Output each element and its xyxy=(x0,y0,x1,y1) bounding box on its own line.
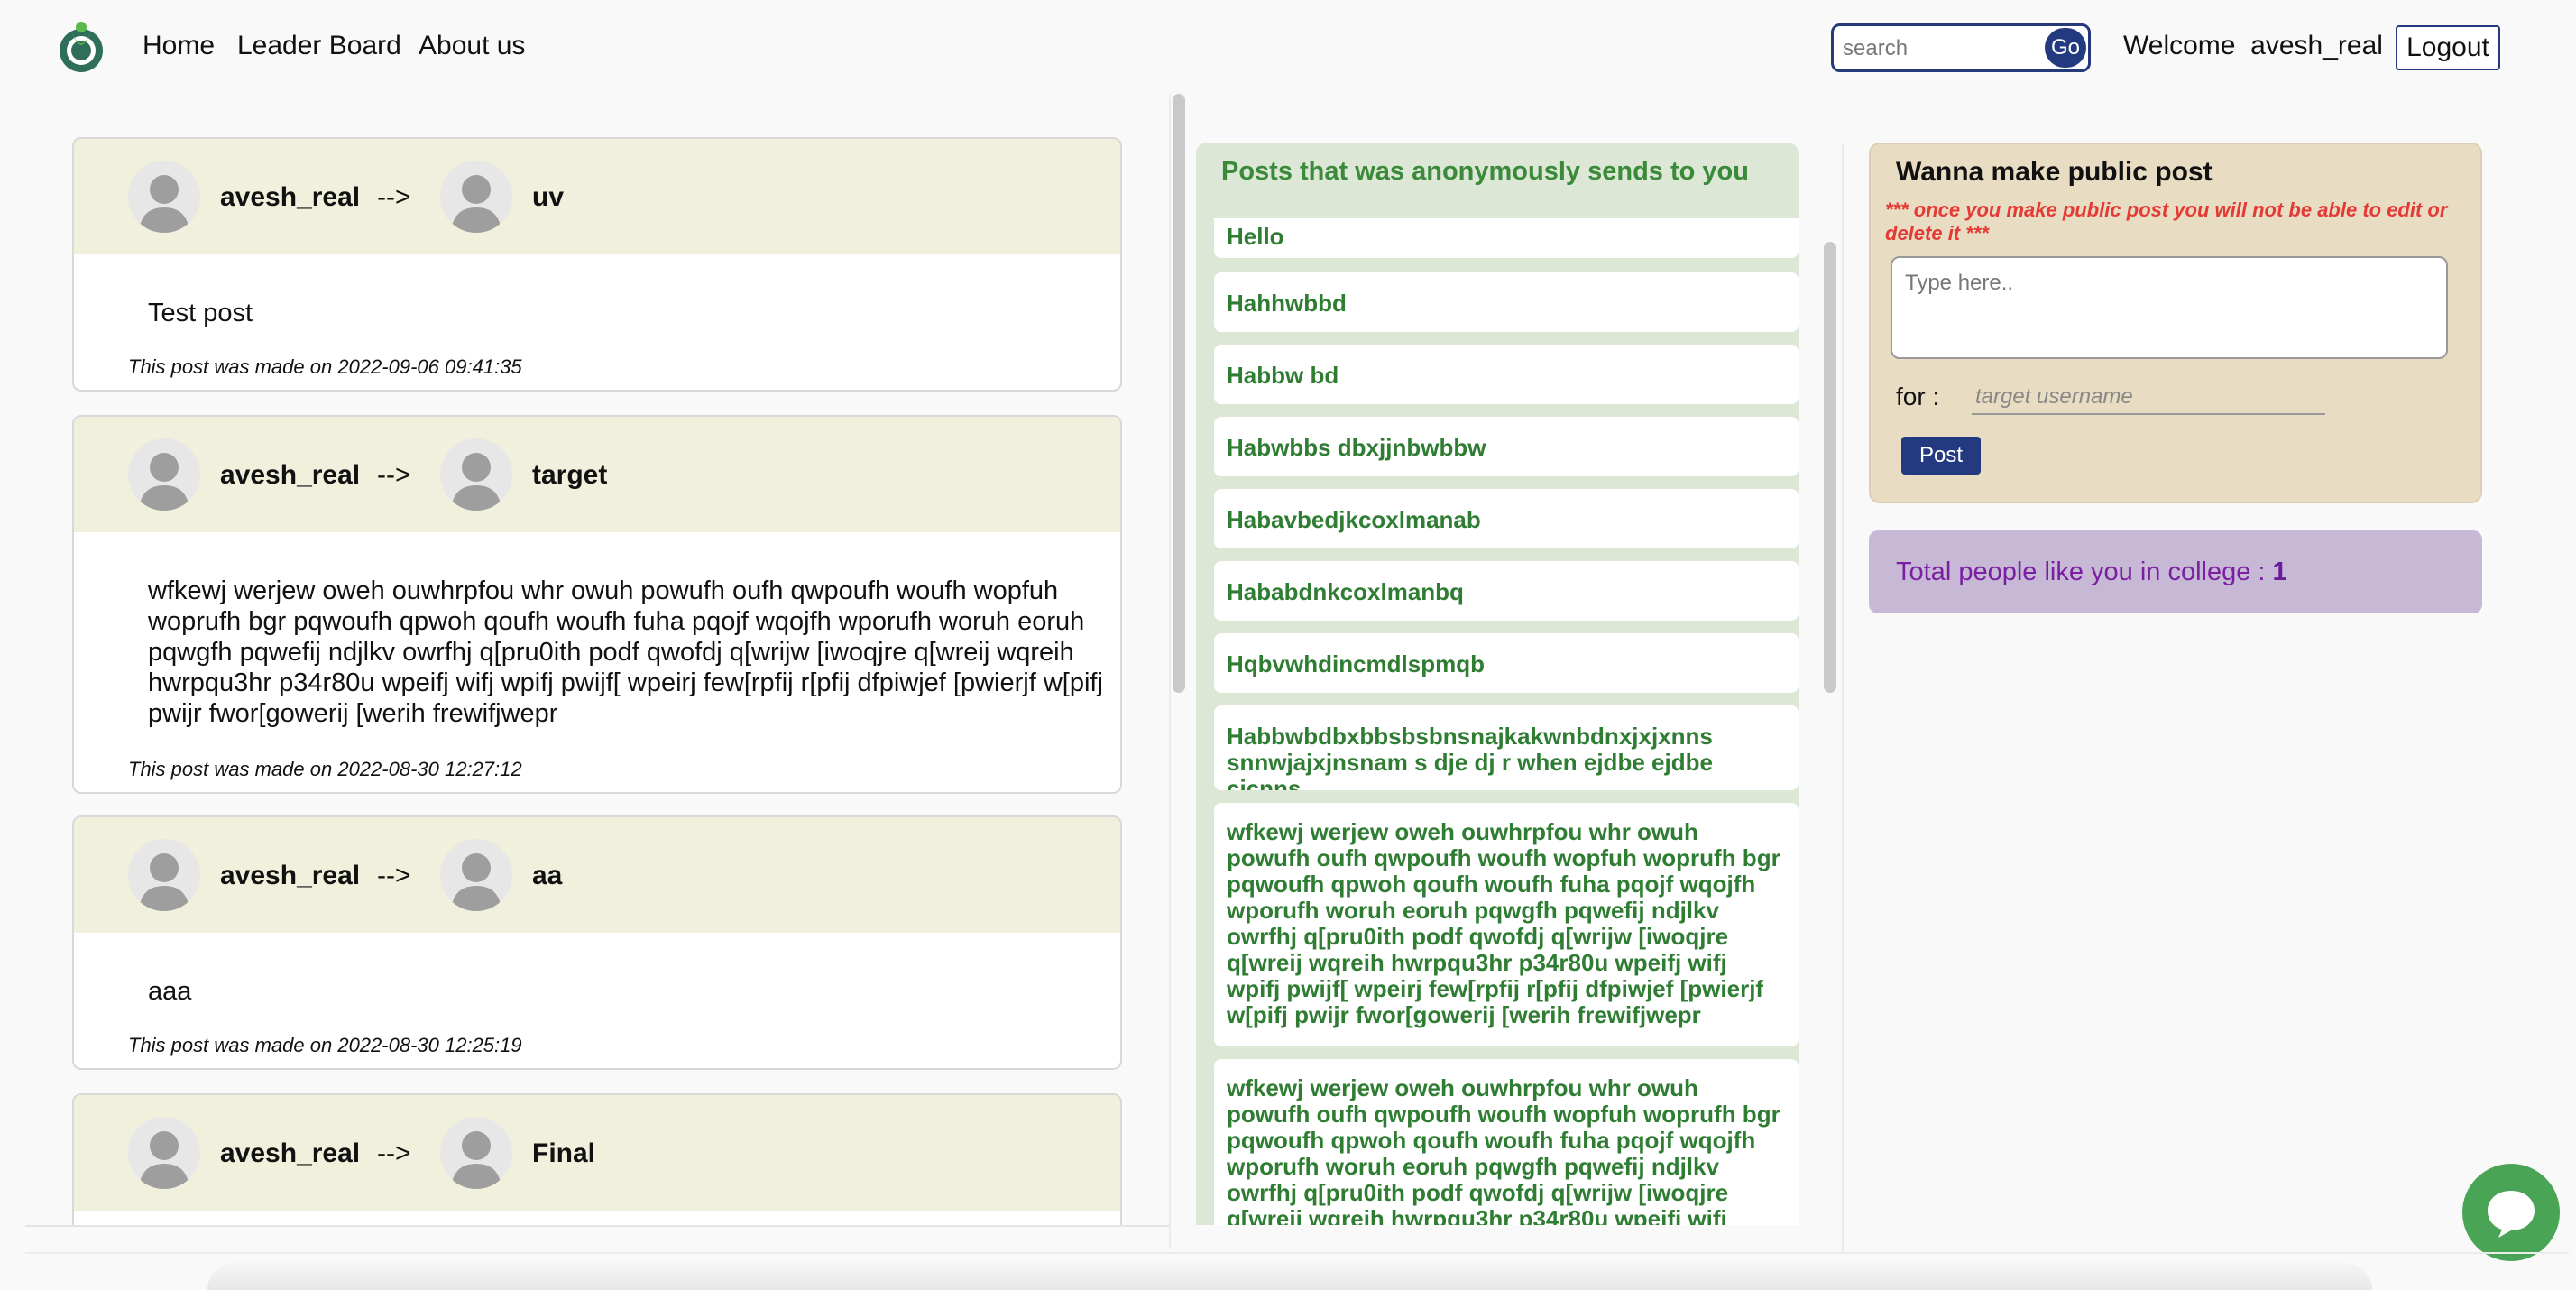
anonymous-posts-title: Posts that was anonymously sends to you xyxy=(1221,157,1749,186)
post-card: avesh_real --> Final xyxy=(72,1093,1122,1225)
anon-post-item: Habwbbs dbxjjnbwbbw xyxy=(1214,417,1799,476)
college-stats-value: 1 xyxy=(2272,557,2287,586)
nav-home-link[interactable]: Home xyxy=(143,31,215,61)
column-divider xyxy=(1169,94,1171,1249)
college-stats-text: Total people like you in college : 1 xyxy=(1896,557,2287,587)
anonymous-posts-scrollbar[interactable] xyxy=(1824,242,1836,693)
avatar-icon xyxy=(440,438,512,511)
college-stats-label: Total people like you in college : xyxy=(1896,557,2273,586)
post-card: avesh_real --> aa aaa This post was made… xyxy=(72,815,1122,1070)
posts-scrollbar[interactable] xyxy=(1173,94,1185,693)
search-go-button[interactable]: Go xyxy=(2045,28,2086,68)
post-date: This post was made on 2022-08-30 12:25:1… xyxy=(128,1034,522,1056)
chat-bubble-icon xyxy=(2488,1191,2535,1238)
post-recipient: aa xyxy=(532,861,563,890)
post-card: avesh_real --> uv Test post This post wa… xyxy=(72,137,1122,392)
chat-button[interactable] xyxy=(2462,1164,2560,1261)
anon-post-item: wfkewj werjew oweh ouwhrpfou whr owuh po… xyxy=(1214,803,1799,1046)
anon-post-item: Hahhwbbd xyxy=(1214,272,1799,332)
post-arrow: --> xyxy=(377,182,411,212)
public-post-submit-button[interactable]: Post xyxy=(1901,437,1981,475)
post-sender: avesh_real xyxy=(220,182,361,212)
avatar-icon xyxy=(128,839,200,911)
public-post-warning: *** once you make public post you will n… xyxy=(1885,198,2448,244)
anonymous-posts-list[interactable]: Hello Hahhwbbd Habbw bd Habwbbs dbxjjnbw… xyxy=(1214,218,1799,1225)
bottom-divider xyxy=(25,1252,2569,1254)
post-body: wfkewj werjew oweh ouwhrpfou whr owuh po… xyxy=(148,576,1103,728)
anonymous-panel-border xyxy=(1842,143,1844,1252)
anon-post-item: wfkewj werjew oweh ouwhrpfou whr owuh po… xyxy=(1214,1059,1799,1225)
post-header: avesh_real --> aa xyxy=(74,817,1120,933)
public-post-form: Wanna make public post *** once you make… xyxy=(1869,143,2482,503)
anon-post-item: Habbwbdbxbbsbsbnsnajkakwnbdnxjxjxnns snn… xyxy=(1214,705,1799,790)
post-sender: avesh_real xyxy=(220,460,361,490)
post-recipient: target xyxy=(532,460,608,490)
post-date: This post was made on 2022-09-06 09:41:3… xyxy=(128,355,522,378)
logout-button[interactable]: Logout xyxy=(2396,25,2500,70)
public-post-title: Wanna make public post xyxy=(1896,157,2213,187)
sent-posts-list[interactable]: avesh_real --> uv Test post This post wa… xyxy=(25,94,1169,1227)
post-body: aaa xyxy=(148,977,192,1006)
brand-logo-icon[interactable] xyxy=(56,18,106,76)
for-label: for : xyxy=(1896,382,1940,410)
avatar-icon xyxy=(440,161,512,233)
current-username: avesh_real xyxy=(2250,31,2383,60)
post-sender: avesh_real xyxy=(220,861,361,890)
nav-leaderboard-link[interactable]: Leader Board xyxy=(237,31,401,61)
post-header: avesh_real --> Final xyxy=(74,1095,1120,1211)
avatar-icon xyxy=(128,161,200,233)
avatar-icon xyxy=(128,1117,200,1189)
anonymous-posts-panel: Posts that was anonymously sends to you … xyxy=(1196,143,1799,1225)
anon-post-item: Hababdnkcoxlmanbq xyxy=(1214,561,1799,621)
target-username-input[interactable] xyxy=(1972,381,2325,415)
post-date: This post was made on 2022-08-30 12:27:1… xyxy=(128,758,522,780)
anon-post-item: Habbw bd xyxy=(1214,345,1799,404)
avatar-icon xyxy=(440,1117,512,1189)
post-arrow: --> xyxy=(377,1138,411,1168)
post-body: Test post xyxy=(148,299,253,327)
college-stats-panel: Total people like you in college : 1 xyxy=(1869,530,2482,613)
post-header: avesh_real --> target xyxy=(74,417,1120,532)
public-post-textarea[interactable] xyxy=(1891,256,2448,359)
post-card: avesh_real --> target wfkewj werjew oweh… xyxy=(72,415,1122,794)
top-nav: Home Leader Board About us Go Welcome av… xyxy=(0,0,2576,94)
post-recipient: Final xyxy=(532,1138,596,1168)
search-form: Go xyxy=(1831,23,2091,72)
avatar-icon xyxy=(128,438,200,511)
anon-post-item: Habavbedjkcoxlmanab xyxy=(1214,489,1799,548)
bottom-shadow xyxy=(207,1263,2372,1290)
nav-about-link[interactable]: About us xyxy=(419,31,525,61)
post-sender: avesh_real xyxy=(220,1138,361,1168)
post-arrow: --> xyxy=(377,861,411,890)
welcome-text: Welcome avesh_real xyxy=(2123,31,2383,61)
avatar-icon xyxy=(440,839,512,911)
search-input[interactable] xyxy=(1843,33,2041,64)
welcome-label: Welcome xyxy=(2123,31,2236,60)
post-recipient: uv xyxy=(532,182,565,212)
anon-post-item: Hqbvwhdincmdlspmqb xyxy=(1214,633,1799,693)
post-arrow: --> xyxy=(377,460,411,490)
anon-post-item: Hello xyxy=(1214,218,1799,258)
post-header: avesh_real --> uv xyxy=(74,139,1120,254)
